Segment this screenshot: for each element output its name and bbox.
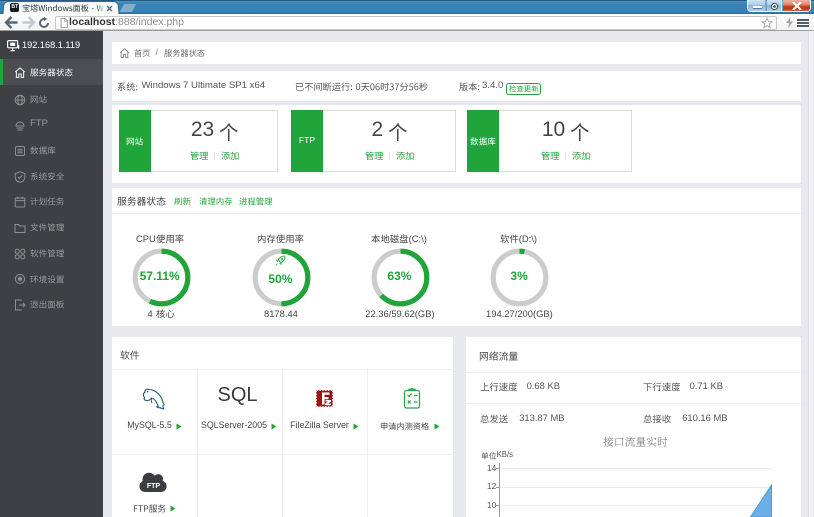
svg-text:FTP: FTP <box>147 483 161 490</box>
